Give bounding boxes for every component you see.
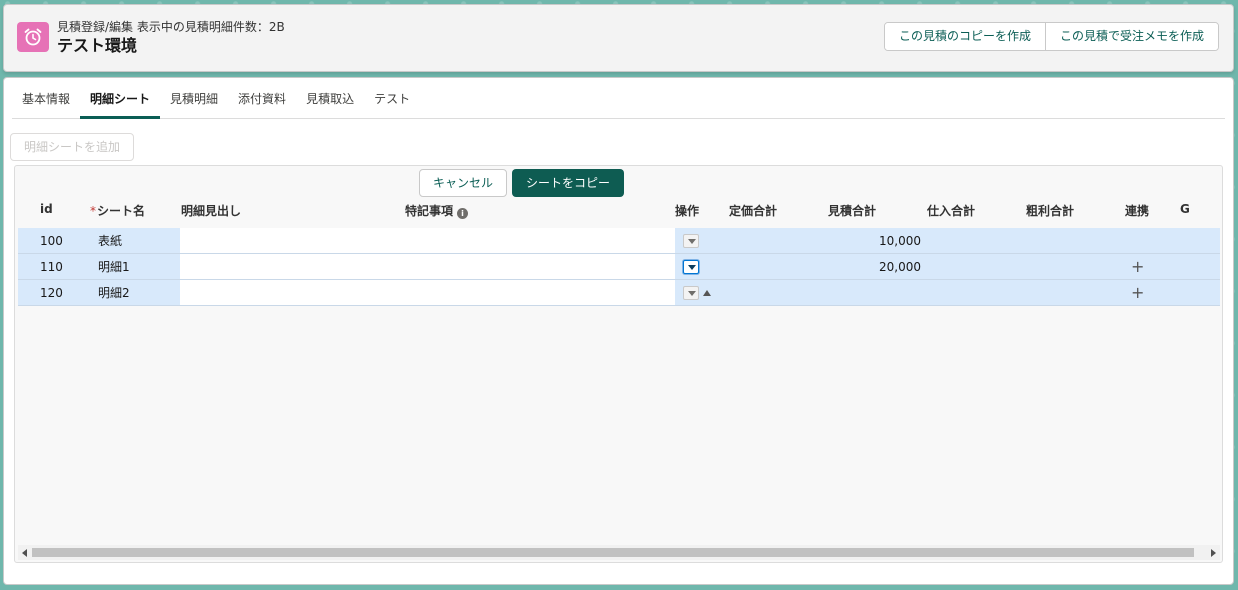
page-header: 見積登録/編集 表示中の見積明細件数：2B テスト環境 この見積のコピーを作成 … <box>3 4 1234 72</box>
tab-detail-sheet[interactable]: 明細シート <box>80 78 161 119</box>
info-icon[interactable]: i <box>457 208 469 219</box>
create-order-memo-button[interactable]: この見積で受注メモを作成 <box>1045 23 1218 50</box>
column-header-special-notes: 特記事項 i <box>405 202 469 219</box>
table-row[interactable]: 100 表紙 10,000 <box>18 228 1220 254</box>
column-header-link: 連携 <box>1125 204 1150 218</box>
column-header-sheet-name-label: シート名 <box>97 204 146 218</box>
tab-quote-import[interactable]: 見積取込 <box>296 78 364 118</box>
copy-sheet-button[interactable]: シートをコピー <box>512 169 624 197</box>
row-heading-notes-cell[interactable] <box>180 254 675 279</box>
row-heading-notes-cell[interactable] <box>180 228 675 253</box>
add-sheet-button[interactable]: 明細シートを追加 <box>10 133 134 161</box>
column-header-list-total: 定価合計 <box>729 204 778 218</box>
row-sheet-name[interactable]: 表紙 <box>98 228 122 254</box>
row-action-dropdown[interactable] <box>683 234 699 248</box>
column-header-id: id <box>40 202 53 216</box>
column-header-g: G <box>1180 202 1190 216</box>
tab-bar: 基本情報 明細シート 見積明細 添付資料 見積取込 テスト <box>12 78 1225 119</box>
row-id: 120 <box>40 286 63 300</box>
column-header-purchase-total: 仕入合計 <box>927 204 976 218</box>
column-header-actions: 操作 <box>675 204 700 218</box>
scroll-left-icon[interactable] <box>22 549 27 557</box>
tab-basic-info[interactable]: 基本情報 <box>12 78 80 118</box>
column-header-special-notes-label: 特記事項 <box>405 204 454 218</box>
table-row[interactable]: 120 明細2 + <box>18 280 1220 306</box>
column-header-sheet-name: *シート名 <box>90 202 145 219</box>
tab-attachments[interactable]: 添付資料 <box>228 78 296 118</box>
row-id: 110 <box>40 260 63 274</box>
scroll-thumb[interactable] <box>32 548 1194 557</box>
add-link-icon[interactable]: + <box>1131 254 1144 280</box>
sheet-grid: キャンセル シートをコピー id *シート名 明細見出し 特記事項 i 操作 定価… <box>14 165 1223 563</box>
alarm-clock-icon <box>17 22 49 52</box>
row-quote-total: 20,000 <box>879 260 921 274</box>
cancel-button[interactable]: キャンセル <box>419 169 507 197</box>
header-button-group: この見積のコピーを作成 この見積で受注メモを作成 <box>883 22 1219 51</box>
row-sheet-name[interactable]: 明細2 <box>98 280 130 306</box>
row-action-dropdown[interactable] <box>683 260 699 274</box>
row-action-dropdown[interactable] <box>683 286 699 300</box>
required-mark: * <box>90 204 96 218</box>
tab-quote-details[interactable]: 見積明細 <box>160 78 228 118</box>
tab-test[interactable]: テスト <box>364 78 420 118</box>
copy-quote-button[interactable]: この見積のコピーを作成 <box>884 23 1046 50</box>
scroll-right-icon[interactable] <box>1211 549 1216 557</box>
page-title: テスト環境 <box>57 36 138 55</box>
move-up-icon[interactable] <box>703 290 711 296</box>
horizontal-scrollbar[interactable] <box>18 545 1220 560</box>
column-header-quote-total: 見積合計 <box>828 204 877 218</box>
main-card: 基本情報 明細シート 見積明細 添付資料 見積取込 テスト 明細シートを追加 キ… <box>3 77 1234 585</box>
table-row[interactable]: 110 明細1 20,000 + <box>18 254 1220 280</box>
row-quote-total: 10,000 <box>879 234 921 248</box>
row-id: 100 <box>40 234 63 248</box>
add-link-icon[interactable]: + <box>1131 280 1144 306</box>
column-header-heading: 明細見出し <box>181 204 242 218</box>
row-heading-notes-cell[interactable] <box>180 280 675 305</box>
column-header-gross-profit-total: 粗利合計 <box>1026 204 1075 218</box>
row-sheet-name[interactable]: 明細1 <box>98 254 130 280</box>
